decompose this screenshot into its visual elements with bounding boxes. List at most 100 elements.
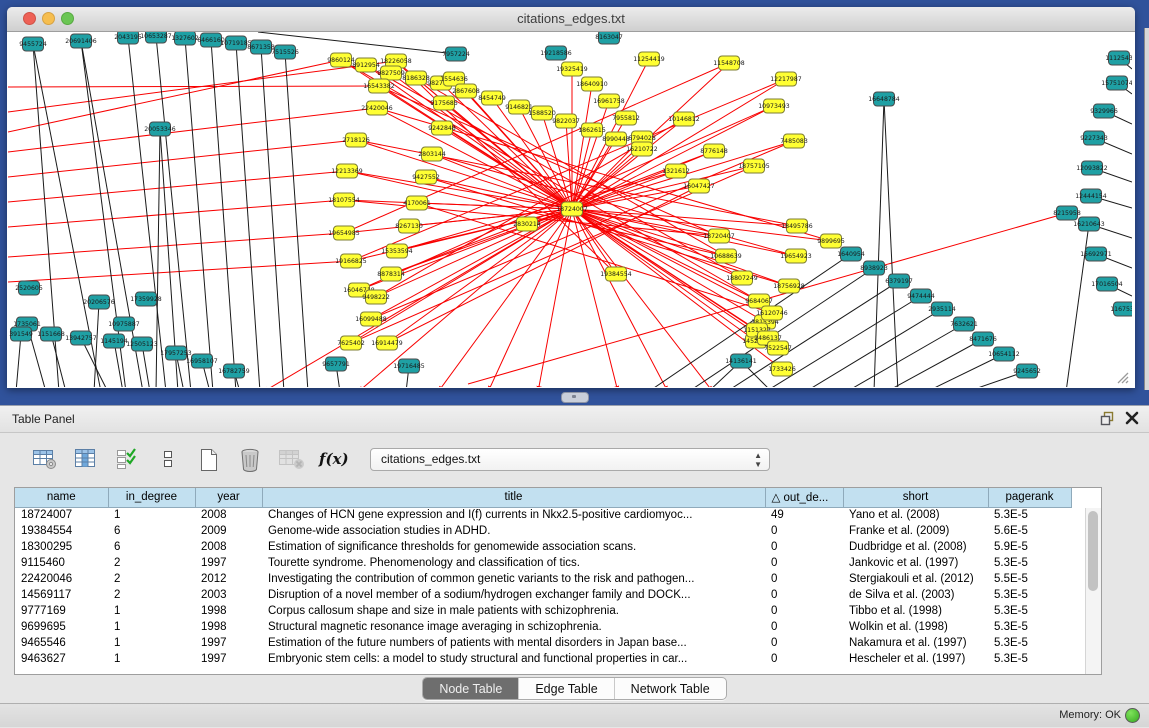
table-panel: Table Panel — [0, 405, 1149, 728]
table-row[interactable]: 1872400712008Changes of HCN gene express… — [15, 507, 1071, 523]
svg-text:1862615: 1862615 — [578, 127, 606, 134]
svg-text:8912954: 8912954 — [352, 62, 380, 69]
column-header-outde[interactable]: △ out_de... — [765, 488, 843, 507]
table-row[interactable]: 1830029562008Estimation of significance … — [15, 539, 1071, 555]
svg-text:18757105: 18757105 — [738, 163, 770, 170]
table-row[interactable]: 969969511998Structural magnetic resonanc… — [15, 619, 1071, 635]
svg-text:16961758: 16961758 — [593, 98, 625, 105]
svg-text:2718126: 2718126 — [342, 137, 370, 144]
tab-edge-table[interactable]: Edge Table — [519, 678, 614, 699]
svg-text:1588520: 1588520 — [528, 110, 556, 117]
resize-grip-icon[interactable] — [1114, 369, 1130, 385]
svg-text:10975887: 10975887 — [108, 321, 140, 328]
delete-table-icon[interactable] — [276, 445, 306, 473]
svg-text:15751074: 15751074 — [1101, 80, 1132, 87]
svg-text:1167534: 1167534 — [1110, 306, 1132, 313]
network-view[interactable]: 9455724206914062043195106532871327602646… — [8, 32, 1132, 387]
row-height-icon[interactable] — [153, 445, 183, 473]
svg-text:8454749: 8454749 — [478, 95, 506, 102]
svg-text:19384554: 19384554 — [600, 271, 632, 278]
svg-text:16099488: 16099488 — [355, 316, 387, 323]
svg-text:19218586: 19218586 — [540, 50, 572, 57]
column-header-year[interactable]: year — [195, 488, 262, 507]
svg-text:18724007: 18724007 — [556, 206, 588, 213]
collapsed-panel-strip — [1144, 28, 1149, 390]
table-row[interactable]: 1456911722003Disruption of a novel membe… — [15, 587, 1071, 603]
svg-text:13942757: 13942757 — [65, 335, 97, 342]
svg-text:9329966: 9329966 — [1090, 108, 1118, 115]
network-window-titlebar[interactable]: citations_edges.txt — [7, 7, 1135, 32]
column-header-title[interactable]: title — [262, 488, 765, 507]
svg-text:9657791: 9657791 — [322, 361, 350, 368]
svg-text:22420046: 22420046 — [361, 105, 393, 112]
table-row[interactable]: 1938455462009Genome-wide association stu… — [15, 523, 1071, 539]
column-header-name[interactable]: name — [15, 488, 108, 507]
close-panel-icon[interactable] — [1125, 411, 1139, 425]
svg-text:7955812: 7955812 — [612, 115, 640, 122]
svg-text:16210722: 16210722 — [626, 146, 658, 153]
network-window-title: citations_edges.txt — [7, 11, 1135, 26]
svg-text:19166825: 19166825 — [335, 258, 367, 265]
svg-text:9860124: 9860124 — [327, 57, 355, 64]
table-settings-icon[interactable] — [30, 445, 60, 473]
svg-text:8990448: 8990448 — [602, 136, 630, 143]
select-all-icon[interactable] — [112, 445, 142, 473]
svg-text:1327602: 1327602 — [171, 35, 199, 42]
svg-text:9684067: 9684067 — [745, 298, 773, 305]
tab-node-table[interactable]: Node Table — [423, 678, 519, 699]
network-canvas[interactable]: 9455724206914062043195106532871327602646… — [8, 32, 1132, 387]
svg-text:12505123: 12505123 — [126, 341, 158, 348]
svg-text:1321612: 1321612 — [662, 168, 690, 175]
svg-text:8163047: 8163047 — [595, 34, 623, 41]
svg-text:1112543: 1112543 — [1105, 55, 1132, 62]
svg-text:6794028: 6794028 — [628, 135, 656, 142]
table-row[interactable]: 946554611997Estimation of the future num… — [15, 635, 1071, 651]
new-table-icon[interactable] — [194, 445, 224, 473]
svg-text:10146812: 10146812 — [668, 116, 700, 123]
svg-text:11254419: 11254419 — [633, 56, 665, 63]
network-window: citations_edges.txt 94557242069140620431… — [7, 7, 1135, 388]
svg-text:19716485: 19716485 — [393, 363, 425, 370]
svg-text:18107554: 18107554 — [328, 197, 360, 204]
svg-text:1151668: 1151668 — [37, 331, 65, 338]
column-header-indegree[interactable]: in_degree — [108, 488, 195, 507]
svg-text:10654112: 10654112 — [988, 351, 1020, 358]
table-row[interactable]: 911546021997Tourette syndrome. Phenomeno… — [15, 555, 1071, 571]
float-panel-icon[interactable] — [1099, 410, 1115, 426]
split-pane-handle[interactable] — [561, 392, 589, 403]
svg-text:10973493: 10973493 — [758, 103, 790, 110]
column-header-short[interactable]: short — [843, 488, 988, 507]
column-chooser-icon[interactable] — [71, 445, 101, 473]
svg-text:18640910: 18640910 — [576, 81, 608, 88]
scrollbar-thumb[interactable] — [1088, 511, 1098, 591]
svg-text:2830214: 2830214 — [513, 221, 541, 228]
function-builder-icon[interactable]: f(x) — [317, 445, 347, 473]
table-vertical-scrollbar[interactable] — [1085, 508, 1101, 674]
svg-text:18807249: 18807249 — [726, 275, 758, 282]
table-panel-title: Table Panel — [12, 412, 75, 426]
svg-text:9498222: 9498222 — [362, 294, 390, 301]
table-selector-dropdown[interactable]: citations_edges.txt ▲▼ — [370, 448, 770, 471]
svg-text:16782759: 16782759 — [218, 368, 250, 375]
table-row[interactable]: 977716911998Corpus callosum shape and si… — [15, 603, 1071, 619]
svg-text:7485083: 7485083 — [780, 138, 808, 145]
svg-text:16648784: 16648784 — [868, 96, 900, 103]
svg-text:9455724: 9455724 — [19, 41, 47, 48]
svg-text:2935114: 2935114 — [928, 306, 956, 313]
column-header-pagerank[interactable]: pagerank — [988, 488, 1071, 507]
svg-text:17016504: 17016504 — [1091, 281, 1123, 288]
svg-text:391549: 391549 — [9, 331, 33, 338]
svg-text:18756928: 18756928 — [773, 283, 805, 290]
svg-text:9242848: 9242848 — [428, 125, 456, 132]
svg-text:8938923: 8938923 — [860, 265, 888, 272]
tab-network-table[interactable]: Network Table — [615, 678, 726, 699]
svg-text:2803144: 2803144 — [418, 151, 446, 158]
table-row[interactable]: 2242004622012Investigating the contribut… — [15, 571, 1071, 587]
svg-text:18495786: 18495786 — [781, 223, 813, 230]
table-selector-value: citations_edges.txt — [381, 452, 480, 466]
svg-text:8878314: 8878314 — [377, 271, 405, 278]
svg-text:8471676: 8471676 — [969, 336, 997, 343]
table-row[interactable]: 946362711997Embryonic stem cells: a mode… — [15, 651, 1071, 667]
svg-text:7957224: 7957224 — [442, 51, 470, 58]
delete-rows-icon[interactable] — [235, 445, 265, 473]
